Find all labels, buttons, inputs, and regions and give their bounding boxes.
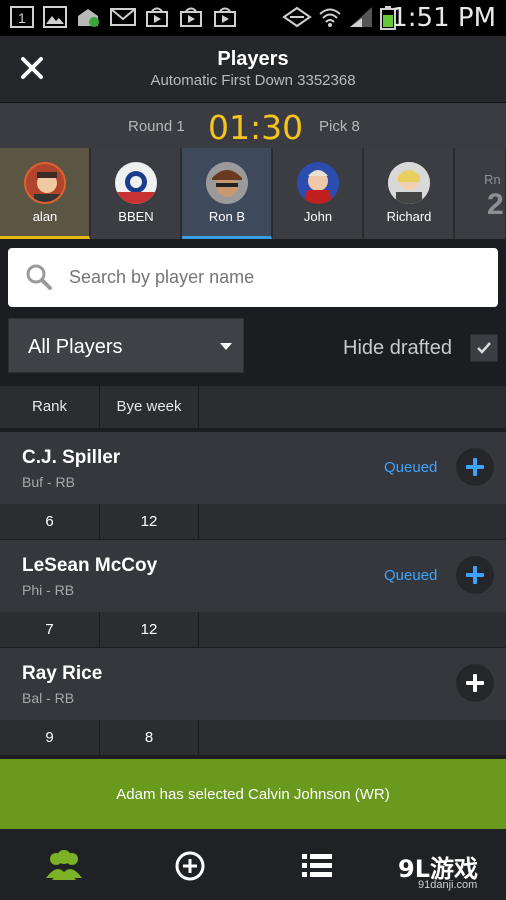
player-team-position: Buf - RB xyxy=(22,474,75,490)
player-rank: 7 xyxy=(0,612,100,647)
drafter-name: Richard xyxy=(386,209,432,224)
player-stats-row: 7 12 xyxy=(0,612,506,647)
drafter-name: Ron B xyxy=(208,209,246,224)
drafter-john[interactable]: John xyxy=(273,148,363,239)
drafter-ron-b[interactable]: Ron B xyxy=(182,148,272,239)
avatar xyxy=(388,162,430,204)
search-input[interactable] xyxy=(69,267,469,288)
sync-icon xyxy=(282,6,312,28)
play-store-icon xyxy=(212,6,236,28)
player-stats-row: 9 8 xyxy=(0,720,506,755)
player-rank: 9 xyxy=(0,720,100,755)
watermark-url: 91danji.com xyxy=(418,879,478,891)
drafter-strip: alan BBEN Ron B John Richard Rn 2 xyxy=(0,148,506,239)
drafter-overflow-label: Rn xyxy=(484,172,501,187)
queued-status: Queued xyxy=(384,567,438,584)
draft-pick-toast: Adam has selected Calvin Johnson (WR) xyxy=(0,759,506,829)
check-icon xyxy=(477,342,491,354)
mail-icon xyxy=(110,6,136,28)
status-time: 1:51 PM xyxy=(391,3,496,33)
app-header: Players Automatic First Down 3352368 xyxy=(0,36,506,103)
player-row[interactable]: LeSean McCoy Phi - RB Queued xyxy=(0,540,506,612)
column-rank[interactable]: Rank xyxy=(0,386,100,428)
signal-icon xyxy=(348,6,372,28)
league-subtitle: Automatic First Down 3352368 xyxy=(150,72,356,89)
watermark: 9L游戏 91danji.com xyxy=(372,845,506,900)
player-name: C.J. Spiller xyxy=(22,447,121,468)
toast-message: Adam has selected Calvin Johnson (WR) xyxy=(116,786,390,803)
player-rank: 6 xyxy=(0,504,100,539)
player-filter-dropdown[interactable]: All Players xyxy=(8,318,244,373)
add-icon[interactable] xyxy=(174,850,206,882)
add-player-button[interactable] xyxy=(456,664,494,702)
list-icon[interactable] xyxy=(302,852,332,880)
player-name: LeSean McCoy xyxy=(22,555,158,576)
player-stats-row: 6 12 xyxy=(0,504,506,539)
search-bar[interactable] xyxy=(8,248,498,307)
add-player-button[interactable] xyxy=(456,448,494,486)
draft-round-bar: Round 1 01:30 Pick 8 xyxy=(0,103,506,148)
gallery-icon xyxy=(43,6,67,28)
filter-selected: All Players xyxy=(28,336,123,358)
drafter-name: John xyxy=(303,209,333,224)
drafter-overflow-digit: 2 xyxy=(487,188,504,221)
drafter-name: BBEN xyxy=(118,209,154,224)
player-bye-week: 8 xyxy=(100,720,199,755)
avatar xyxy=(24,162,66,204)
search-icon xyxy=(26,264,52,290)
player-name: Ray Rice xyxy=(22,663,103,684)
wifi-icon xyxy=(318,6,342,28)
player-team-position: Bal - RB xyxy=(22,690,75,706)
pick-label: Pick 8 xyxy=(319,118,360,135)
queued-status: Queued xyxy=(384,459,438,476)
hide-drafted-checkbox[interactable] xyxy=(470,334,498,362)
drafter-bben[interactable]: BBEN xyxy=(91,148,181,239)
player-bye-week: 12 xyxy=(100,504,199,539)
drafter-richard[interactable]: Richard xyxy=(364,148,454,239)
avatar xyxy=(297,162,339,204)
player-row[interactable]: Ray Rice Bal - RB xyxy=(0,648,506,720)
play-store-icon xyxy=(144,6,168,28)
status-bar: 1 1:51 PM xyxy=(0,0,506,36)
player-row[interactable]: C.J. Spiller Buf - RB Queued xyxy=(0,432,506,504)
download-icon xyxy=(76,6,100,28)
drafter-name: alan xyxy=(32,209,58,224)
drafter-alan[interactable]: alan xyxy=(0,148,90,239)
avatar xyxy=(115,162,157,204)
player-team-position: Phi - RB xyxy=(22,582,75,598)
player-bye-week: 12 xyxy=(100,612,199,647)
add-player-button[interactable] xyxy=(456,556,494,594)
chevron-down-icon xyxy=(220,343,232,350)
badge-count: 1 xyxy=(18,10,26,26)
play-store-icon xyxy=(178,6,202,28)
hide-drafted-label: Hide drafted xyxy=(343,337,452,359)
page-title: Players xyxy=(217,48,289,70)
round-label: Round 1 xyxy=(128,118,185,135)
column-bye-week[interactable]: Bye week xyxy=(100,386,199,428)
avatar xyxy=(206,162,248,204)
players-icon[interactable] xyxy=(44,848,84,882)
badge-icon: 1 xyxy=(10,6,34,28)
draft-clock: 01:30 xyxy=(208,108,304,147)
column-headers: Rank Bye week xyxy=(0,386,506,428)
